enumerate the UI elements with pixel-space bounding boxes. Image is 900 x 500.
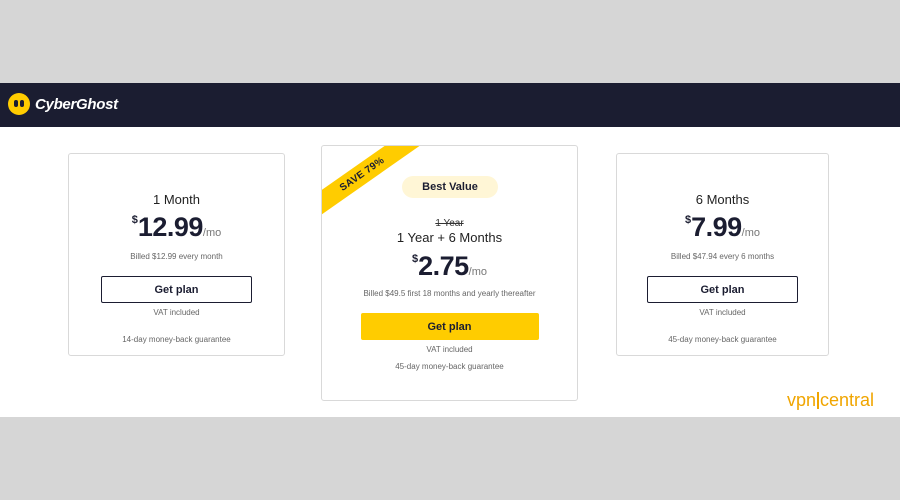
plan-card-6-months: 6 Months $ 7.99 /mo Billed $47.94 every … — [616, 153, 829, 356]
pricing-section: 1 Month $ 12.99 /mo Billed $12.99 every … — [0, 127, 900, 417]
guarantee-note: 14-day money-back guarantee — [122, 335, 231, 344]
old-term: 1 Year — [435, 218, 464, 229]
plan-card-best-value: SAVE 79% Best Value 1 Year 1 Year + 6 Mo… — [321, 145, 578, 401]
plan-card-1-month: 1 Month $ 12.99 /mo Billed $12.99 every … — [68, 153, 285, 356]
vat-note: VAT included — [699, 308, 746, 317]
plan-price: $ 2.75 /mo — [411, 251, 488, 281]
get-plan-button[interactable]: Get plan — [360, 313, 539, 340]
vat-note: VAT included — [153, 308, 200, 317]
plan-price: $ 7.99 /mo — [684, 212, 761, 242]
billing-note: Billed $12.99 every month — [130, 252, 223, 261]
get-plan-button[interactable]: Get plan — [647, 276, 798, 303]
ghost-logo-icon — [8, 93, 30, 115]
plan-name: 1 Month — [153, 192, 200, 207]
vpncentral-watermark: vpn central — [787, 390, 875, 410]
guarantee-note: 45-day money-back guarantee — [668, 335, 777, 344]
brand-name: CyberGhost — [35, 95, 118, 113]
plan-name: 1 Year + 6 Months — [396, 230, 503, 245]
best-value-badge: Best Value — [402, 176, 498, 198]
billing-note: Billed $49.5 first 18 months and yearly … — [363, 289, 536, 298]
top-header: CyberGhost — [0, 83, 900, 127]
vat-note: VAT included — [426, 345, 473, 354]
plan-price: $ 12.99 /mo — [131, 212, 222, 242]
guarantee-note: 45-day money-back guarantee — [395, 362, 504, 371]
watermark-divider-icon — [817, 392, 820, 409]
plan-name: 6 Months — [695, 192, 750, 207]
cyberghost-logo[interactable]: CyberGhost — [8, 93, 118, 115]
get-plan-button[interactable]: Get plan — [101, 276, 252, 303]
billing-note: Billed $47.94 every 6 months — [670, 252, 775, 261]
